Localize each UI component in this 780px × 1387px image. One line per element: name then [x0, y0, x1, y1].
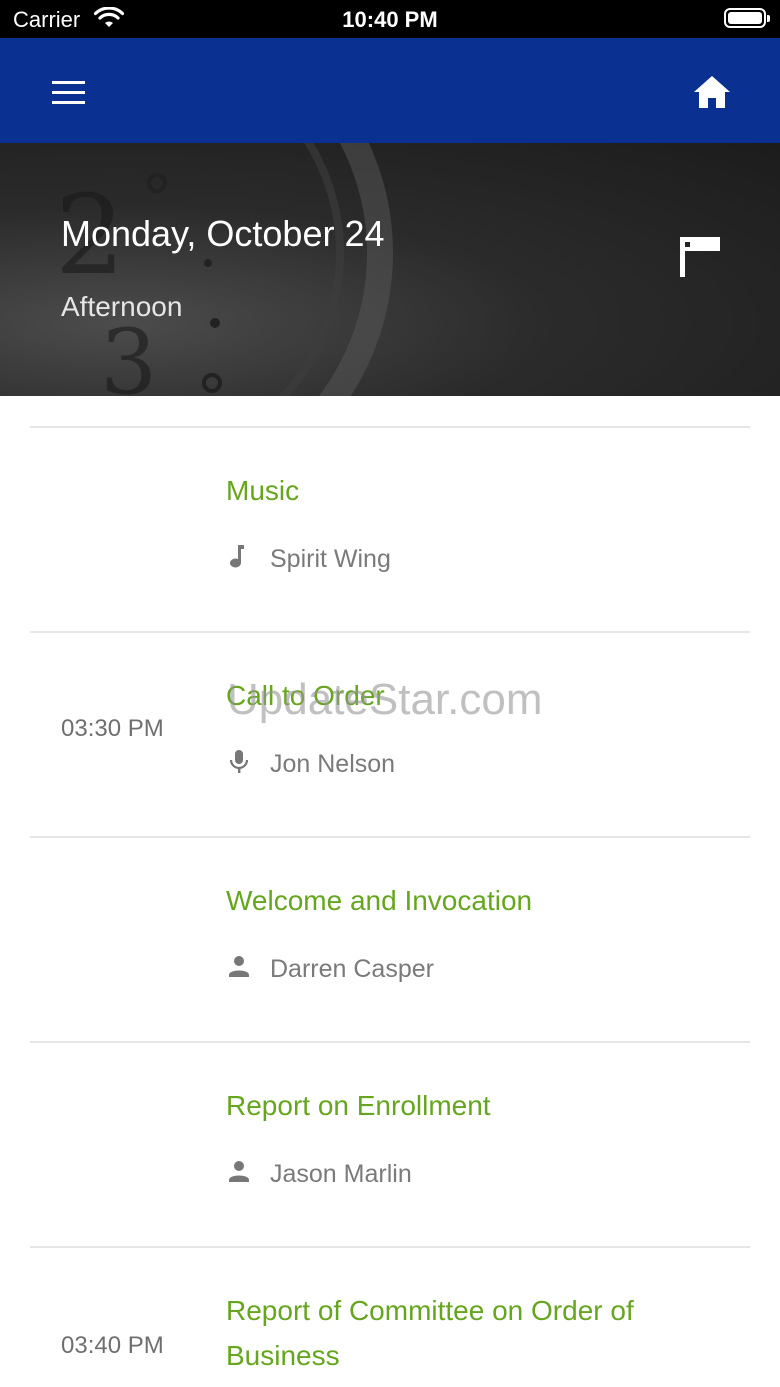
presenter-name: Jason Marlin	[270, 1160, 412, 1188]
agenda-title: Report of Committee on Order of Business	[226, 1295, 634, 1371]
agenda-time: 03:30 PM	[61, 715, 164, 742]
agenda-title: Welcome and Invocation	[226, 885, 533, 916]
agenda-time: 03:40 PM	[61, 1332, 164, 1359]
clock-background-image: 2 3	[55, 143, 393, 396]
status-bar: Carrier 10:40 PM	[0, 0, 780, 38]
app-bar	[0, 38, 780, 143]
battery-icon	[724, 8, 770, 28]
agenda-item[interactable]: 03:40 PM Report of Committee on Order of…	[30, 1246, 750, 1387]
agenda-item[interactable]: 03:30 PM Call to Order Jon Nelson	[30, 631, 750, 836]
microphone-icon	[229, 750, 249, 773]
agenda-title: Music	[226, 475, 300, 506]
agenda-title: Call to Order	[226, 680, 385, 711]
presenter-name: Spirit Wing	[270, 545, 391, 573]
home-icon[interactable]	[688, 68, 736, 116]
person-icon	[229, 956, 249, 977]
header-session: Afternoon	[61, 291, 183, 322]
clock-time: 10:40 PM	[342, 7, 438, 32]
presenter-name: Jon Nelson	[270, 750, 396, 778]
agenda-item[interactable]: Music Spirit Wing	[30, 426, 750, 631]
person-icon	[229, 1161, 249, 1182]
agenda-title: Report on Enrollment	[226, 1090, 491, 1121]
presenter-name: Darren Casper	[270, 955, 434, 983]
day-header-banner: 2 3 Monday, October 24 Afternoon	[0, 143, 780, 396]
music-note-icon	[230, 545, 244, 568]
hamburger-menu-icon[interactable]	[44, 70, 92, 114]
header-date: Monday, October 24	[61, 213, 385, 254]
agenda-item[interactable]: Report on Enrollment Jason Marlin	[30, 1041, 750, 1246]
agenda-item[interactable]: Welcome and Invocation Darren Casper	[30, 836, 750, 1041]
flag-icon[interactable]	[672, 229, 728, 285]
